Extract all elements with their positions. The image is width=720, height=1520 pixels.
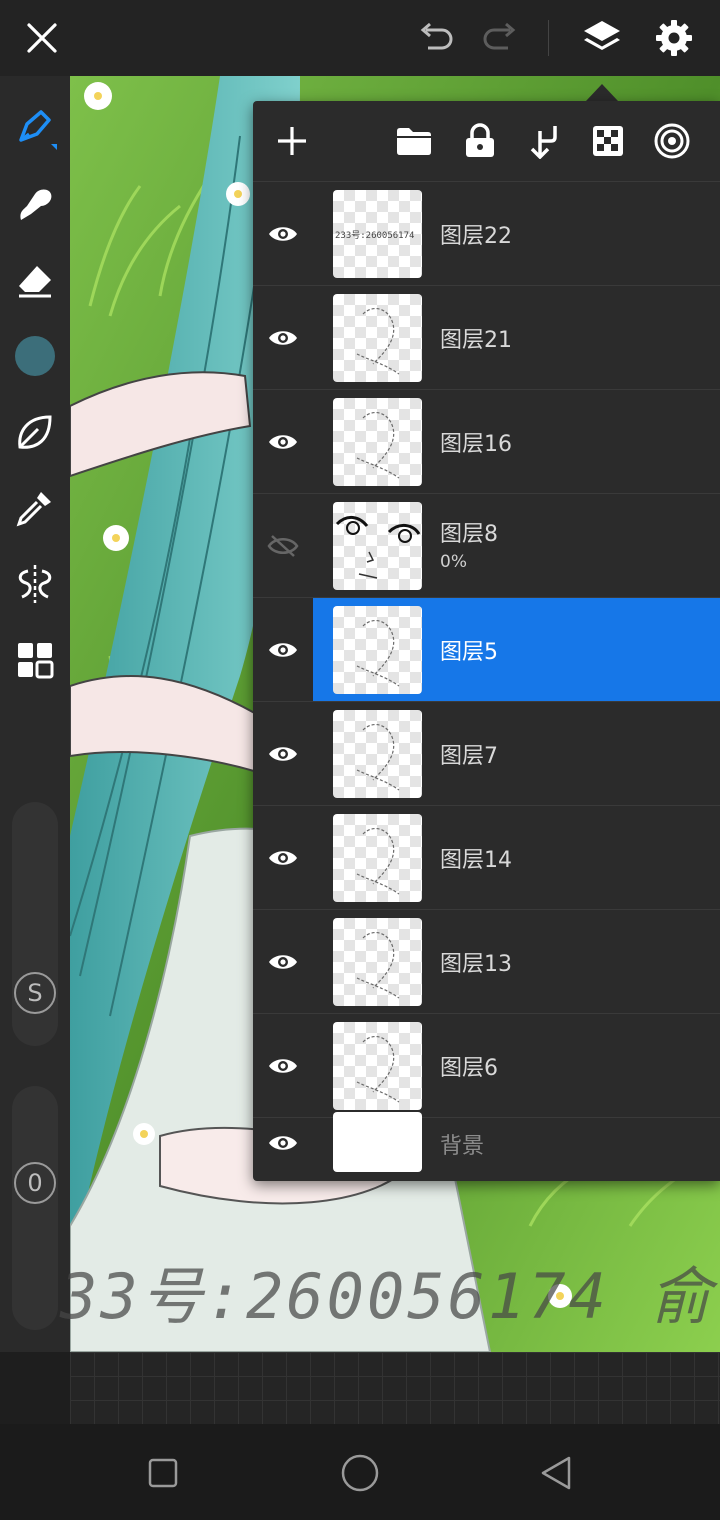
layer-name: 图层7: [440, 744, 498, 769]
leaf-tool[interactable]: [7, 404, 63, 460]
redo-icon: [483, 22, 516, 50]
settings-button[interactable]: [646, 10, 702, 66]
toolbar-divider: [548, 20, 549, 56]
layer-thumbnail: [333, 294, 422, 382]
brush-tool[interactable]: [7, 100, 63, 156]
layer-row[interactable]: 图层21: [253, 286, 720, 390]
layers-icon: [584, 21, 620, 50]
layer-row[interactable]: 图层16: [253, 390, 720, 494]
system-navigation-bar: [0, 1424, 720, 1520]
layer-name: 图层6: [440, 1056, 498, 1081]
leaf-icon: [18, 415, 52, 449]
layer-thumbnail: [333, 398, 422, 486]
layer-row[interactable]: 图层5: [253, 598, 720, 702]
layer-thumbnail: [333, 1022, 422, 1110]
undo-icon: [420, 22, 453, 50]
layer-name: 图层13: [440, 952, 512, 977]
brush-icon: [19, 110, 57, 150]
symmetry-icon: [18, 565, 52, 603]
merge-down-icon: [530, 126, 557, 159]
eye-icon[interactable]: [253, 1014, 313, 1118]
panel-caret: [586, 84, 618, 101]
lock-icon: [466, 123, 494, 157]
layer-name: 图层22: [440, 224, 512, 249]
back-button[interactable]: [532, 1448, 582, 1498]
back-icon: [541, 1456, 571, 1490]
eraser-tool[interactable]: [7, 252, 63, 308]
eye-icon[interactable]: [253, 806, 313, 910]
brush-size-slider[interactable]: S: [12, 802, 58, 1046]
eye-icon[interactable]: [253, 390, 313, 494]
layers-panel: 233号:260056174 俞图层22 图层21 图层16 图层8 0% 图层5 图层7 图…: [253, 101, 720, 1181]
home-button[interactable]: [335, 1448, 385, 1498]
layer-thumbnail: [333, 606, 422, 694]
current-color-circle: [15, 336, 55, 376]
layer-row[interactable]: 233号:260056174 俞 图层22: [253, 182, 720, 286]
gear-icon: [656, 20, 692, 56]
layer-row[interactable]: 图层8 0%: [253, 494, 720, 598]
undo-button[interactable]: [408, 10, 464, 66]
layer-row[interactable]: 图层6: [253, 1014, 720, 1118]
recents-button[interactable]: [138, 1448, 188, 1498]
layer-thumbnail: 233号:260056174 俞: [333, 190, 422, 278]
canvas-watermark: 33号:260056174 俞: [60, 1260, 715, 1333]
folder-button[interactable]: [388, 115, 440, 167]
close-button[interactable]: [14, 10, 70, 66]
add-layer-button[interactable]: [266, 115, 318, 167]
layer-name: 图层21: [440, 328, 512, 353]
home-icon: [341, 1454, 379, 1492]
layer-thumbnail: [333, 502, 422, 590]
smudge-tool[interactable]: [7, 176, 63, 232]
eraser-icon: [19, 266, 51, 298]
left-toolbar: S 0: [0, 76, 70, 1352]
folder-icon: [397, 128, 431, 155]
eyedropper-tool[interactable]: [7, 480, 63, 536]
lock-layer-button[interactable]: [454, 115, 506, 167]
eye-icon[interactable]: [253, 1104, 313, 1182]
close-icon: [27, 23, 57, 53]
redo-button[interactable]: [472, 10, 528, 66]
layer-thumbnail: [333, 1112, 422, 1172]
smudge-icon: [20, 189, 52, 220]
grid-icon: [18, 643, 54, 679]
layer-name: 图层16: [440, 432, 512, 457]
layer-thumbnail: [333, 710, 422, 798]
opacity-slider[interactable]: 0: [12, 1086, 58, 1330]
eye-icon[interactable]: [253, 910, 313, 1014]
transparency-lock-button[interactable]: [582, 115, 634, 167]
layer-row[interactable]: 背景: [253, 1104, 720, 1182]
layer-thumbnail: [333, 814, 422, 902]
add-icon: [278, 127, 306, 155]
blend-icon: [654, 123, 690, 159]
layer-name: 图层14: [440, 848, 512, 873]
eye-icon[interactable]: [253, 702, 313, 806]
layer-row[interactable]: 图层13: [253, 910, 720, 1014]
canvas-background-grid: [70, 1352, 720, 1424]
transparency-icon: [593, 126, 623, 156]
blend-mode-button[interactable]: [646, 115, 698, 167]
eye-icon[interactable]: [253, 182, 313, 286]
layer-thumbnail: [333, 918, 422, 1006]
layers-button[interactable]: [574, 10, 630, 66]
recents-icon: [148, 1458, 178, 1488]
eye-icon[interactable]: [253, 286, 313, 390]
opacity-slider-knob[interactable]: 0: [14, 1162, 56, 1204]
layer-name: 图层5: [440, 640, 498, 665]
color-swatch[interactable]: [7, 328, 63, 384]
layer-name: 背景: [440, 1134, 485, 1159]
symmetry-tool[interactable]: [7, 556, 63, 612]
eye-off-icon[interactable]: [253, 494, 313, 598]
thumbnail-text: 233号:260056174 俞: [335, 231, 420, 241]
eye-icon[interactable]: [253, 598, 313, 702]
size-slider-knob[interactable]: S: [14, 972, 56, 1014]
layer-opacity: 0%: [440, 552, 467, 572]
layer-row[interactable]: 图层14: [253, 806, 720, 910]
grid-tool[interactable]: [7, 632, 63, 688]
eyedropper-icon: [16, 492, 51, 527]
layer-row[interactable]: 图层7: [253, 702, 720, 806]
layer-name: 图层8: [440, 522, 498, 547]
top-toolbar: [0, 0, 720, 76]
merge-down-button[interactable]: [518, 115, 570, 167]
